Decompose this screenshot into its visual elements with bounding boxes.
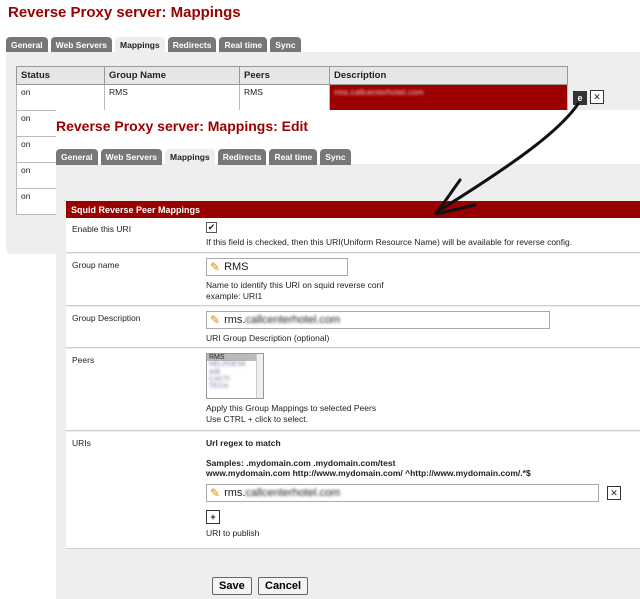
annotation-arrow	[434, 102, 580, 216]
